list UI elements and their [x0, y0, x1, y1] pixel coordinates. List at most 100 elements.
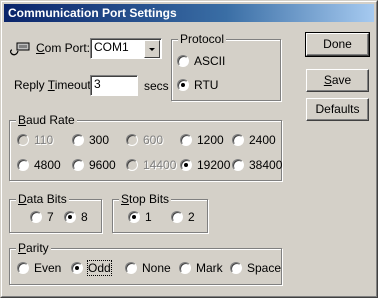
- radio-indicator: [17, 134, 29, 146]
- baud-14400-radio[interactable]: 14400: [126, 159, 176, 173]
- serial-cable-icon: [9, 39, 30, 56]
- com-port-label-mnemonic: C: [36, 41, 45, 55]
- parity-even-radio[interactable]: Even: [17, 262, 61, 276]
- radio-indicator: [128, 211, 140, 223]
- reply-timeout-label-mnemonic: T: [47, 78, 55, 92]
- parity-none-label: None: [142, 261, 171, 275]
- save-button-mnemonic: S: [323, 73, 332, 87]
- parity-even-label: Even: [34, 261, 62, 275]
- baud-rate-legend: Baud Rate: [16, 113, 77, 127]
- radio-indicator: [179, 262, 191, 274]
- radio-indicator: [30, 211, 42, 223]
- stop-bits-legend-mnemonic: S: [121, 192, 130, 206]
- radio-indicator: [72, 134, 84, 146]
- reply-timeout-label: Reply Timeout:: [14, 78, 94, 92]
- parity-legend-mnemonic: P: [18, 241, 27, 255]
- reply-timeout-label-text: imeout:: [54, 78, 95, 92]
- radio-indicator: [180, 159, 192, 171]
- radio-indicator: [17, 159, 29, 171]
- radio-indicator: [64, 211, 76, 223]
- baud-9600-label: 9600: [89, 158, 116, 172]
- baud-300-radio[interactable]: 300: [72, 134, 109, 148]
- radio-indicator: [230, 262, 242, 274]
- baud-1200-label: 1200: [197, 133, 224, 147]
- protocol-ascii-label: ASCII: [194, 54, 226, 68]
- done-button[interactable]: Done: [305, 32, 370, 57]
- stop-bits-2-radio[interactable]: 2: [171, 211, 195, 225]
- save-button-label: ave: [331, 73, 352, 87]
- baud-110-label: 110: [34, 133, 54, 147]
- done-button-label: Done: [323, 37, 352, 51]
- reply-timeout-unit: secs: [144, 79, 169, 93]
- defaults-button[interactable]: Defaults: [306, 98, 369, 121]
- baud-300-label: 300: [89, 133, 110, 147]
- baud-1200-radio[interactable]: 1200: [180, 134, 224, 148]
- radio-indicator: [71, 262, 83, 274]
- radio-indicator: [17, 262, 29, 274]
- baud-110-radio[interactable]: 110: [17, 134, 53, 148]
- data-bits-group: Data Bits 7 8: [9, 192, 102, 233]
- data-bits-7-radio[interactable]: 7: [30, 211, 54, 225]
- stop-bits-legend: Stop Bits: [119, 192, 172, 206]
- parity-space-radio[interactable]: Space: [230, 262, 281, 276]
- protocol-rtu-label: RTU: [194, 78, 219, 92]
- com-port-select[interactable]: COM1: [90, 38, 162, 59]
- baud-rate-legend-text: aud Rate: [26, 113, 75, 127]
- data-bits-legend-text: ata Bits: [26, 192, 67, 206]
- com-port-label-text: om Port:: [44, 41, 91, 55]
- reply-timeout-value: 3: [94, 77, 101, 91]
- stop-bits-1-label: 1: [145, 210, 152, 224]
- chevron-down-icon[interactable]: [144, 40, 160, 58]
- parity-legend-text: arity: [26, 241, 49, 255]
- data-bits-8-label: 8: [81, 210, 88, 224]
- protocol-rtu-radio[interactable]: RTU: [177, 79, 218, 93]
- parity-odd-label: Odd: [87, 260, 112, 276]
- baud-9600-radio[interactable]: 9600: [72, 159, 116, 173]
- data-bits-legend: Data Bits: [16, 192, 69, 206]
- title-bar[interactable]: Communication Port Settings: [4, 4, 374, 22]
- baud-14400-label: 14400: [143, 158, 177, 172]
- parity-none-radio[interactable]: None: [125, 262, 171, 276]
- data-bits-7-label: 7: [47, 210, 54, 224]
- defaults-button-label: Defaults: [315, 102, 360, 116]
- parity-legend: Parity: [16, 241, 51, 255]
- radio-indicator: [126, 134, 138, 146]
- baud-rate-group: Baud Rate 110 300 600 1200 2400 4800 960…: [9, 113, 282, 181]
- radio-indicator: [232, 159, 244, 171]
- parity-mark-radio[interactable]: Mark: [179, 262, 223, 276]
- radio-indicator: [171, 211, 183, 223]
- baud-2400-radio[interactable]: 2400: [232, 134, 276, 148]
- parity-odd-radio[interactable]: Odd: [71, 260, 112, 276]
- radio-indicator: [126, 159, 138, 171]
- baud-4800-radio[interactable]: 4800: [17, 159, 61, 173]
- reply-timeout-input[interactable]: 3: [90, 75, 138, 96]
- baud-2400-label: 2400: [249, 133, 276, 147]
- window-title: Communication Port Settings: [8, 6, 177, 20]
- baud-600-radio[interactable]: 600: [126, 134, 163, 148]
- radio-indicator: [72, 159, 84, 171]
- radio-indicator: [180, 134, 192, 146]
- stop-bits-1-radio[interactable]: 1: [128, 211, 152, 225]
- radio-indicator: [125, 262, 137, 274]
- parity-space-label: Space: [247, 261, 282, 275]
- save-button[interactable]: Save: [306, 69, 369, 92]
- stop-bits-2-label: 2: [188, 210, 195, 224]
- data-bits-legend-mnemonic: D: [18, 192, 27, 206]
- parity-mark-label: Mark: [196, 261, 223, 275]
- baud-4800-label: 4800: [34, 158, 61, 172]
- stop-bits-legend-text: top Bits: [129, 192, 170, 206]
- protocol-legend: Protocol: [178, 32, 227, 46]
- radio-indicator: [232, 134, 244, 146]
- baud-rate-legend-mnemonic: B: [18, 113, 27, 127]
- com-port-value: COM1: [94, 40, 129, 54]
- protocol-ascii-radio[interactable]: ASCII: [177, 55, 225, 69]
- baud-600-label: 600: [143, 133, 164, 147]
- stop-bits-group: Stop Bits 1 2: [112, 192, 208, 233]
- data-bits-8-radio[interactable]: 8: [64, 211, 88, 225]
- baud-38400-label: 38400: [249, 158, 283, 172]
- parity-group: Parity Even Odd None Mark Space: [9, 241, 282, 285]
- baud-19200-radio[interactable]: 19200: [180, 159, 230, 173]
- radio-indicator: [177, 79, 189, 91]
- baud-38400-radio[interactable]: 38400: [232, 159, 282, 173]
- radio-indicator: [177, 55, 189, 67]
